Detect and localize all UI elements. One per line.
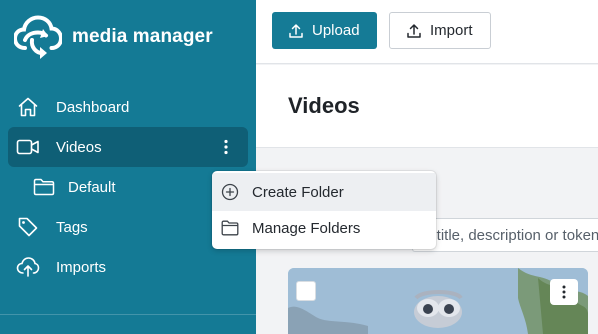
sidebar-item-label: Dashboard — [56, 98, 130, 116]
page-header: Videos — [256, 65, 598, 148]
sidebar-item-imports[interactable]: Imports — [8, 247, 248, 287]
sidebar-item-label: Default — [68, 178, 116, 196]
plus-circle-icon — [212, 183, 248, 201]
video-thumbnail — [288, 268, 588, 334]
video-card[interactable] — [288, 268, 588, 334]
folder-icon — [24, 178, 64, 196]
sidebar-item-dashboard[interactable]: Dashboard — [8, 87, 248, 127]
import-button[interactable]: Import — [389, 12, 491, 49]
sidebar-item-videos[interactable]: Videos — [8, 127, 248, 167]
upload-button[interactable]: Upload — [272, 12, 377, 49]
video-options-icon[interactable] — [550, 279, 578, 305]
menu-item-label: Manage Folders — [252, 219, 361, 237]
cloud-logo-icon — [14, 14, 62, 60]
home-icon — [8, 96, 48, 118]
video-select-checkbox[interactable] — [296, 281, 316, 301]
folder-context-menu: Create Folder Manage Folders — [212, 171, 436, 249]
sidebar-item-label: Tags — [56, 218, 88, 236]
sidebar-divider — [0, 314, 256, 315]
import-button-label: Import — [430, 22, 473, 39]
import-icon — [406, 23, 422, 39]
toolbar: Upload Import — [256, 0, 598, 64]
page-title: Videos — [288, 93, 360, 118]
sidebar-item-label: Videos — [56, 138, 102, 156]
folder-icon — [212, 220, 248, 236]
sidebar-item-label: Imports — [56, 258, 107, 276]
brand[interactable]: media manager — [14, 14, 213, 60]
kebab-menu-icon[interactable] — [214, 135, 238, 159]
tag-icon — [8, 216, 48, 238]
upload-button-label: Upload — [312, 22, 360, 39]
upload-icon — [288, 23, 304, 39]
video-camera-icon — [8, 137, 48, 157]
manage-folders-menu-item[interactable]: Manage Folders — [212, 209, 436, 247]
cloud-upload-icon — [8, 256, 48, 278]
brand-name: media manager — [72, 26, 213, 47]
search-input[interactable] — [412, 218, 598, 252]
menu-item-label: Create Folder — [252, 183, 344, 201]
sidebar: media manager Dashboard Videos Default T… — [0, 0, 256, 334]
create-folder-menu-item[interactable]: Create Folder — [212, 173, 436, 211]
